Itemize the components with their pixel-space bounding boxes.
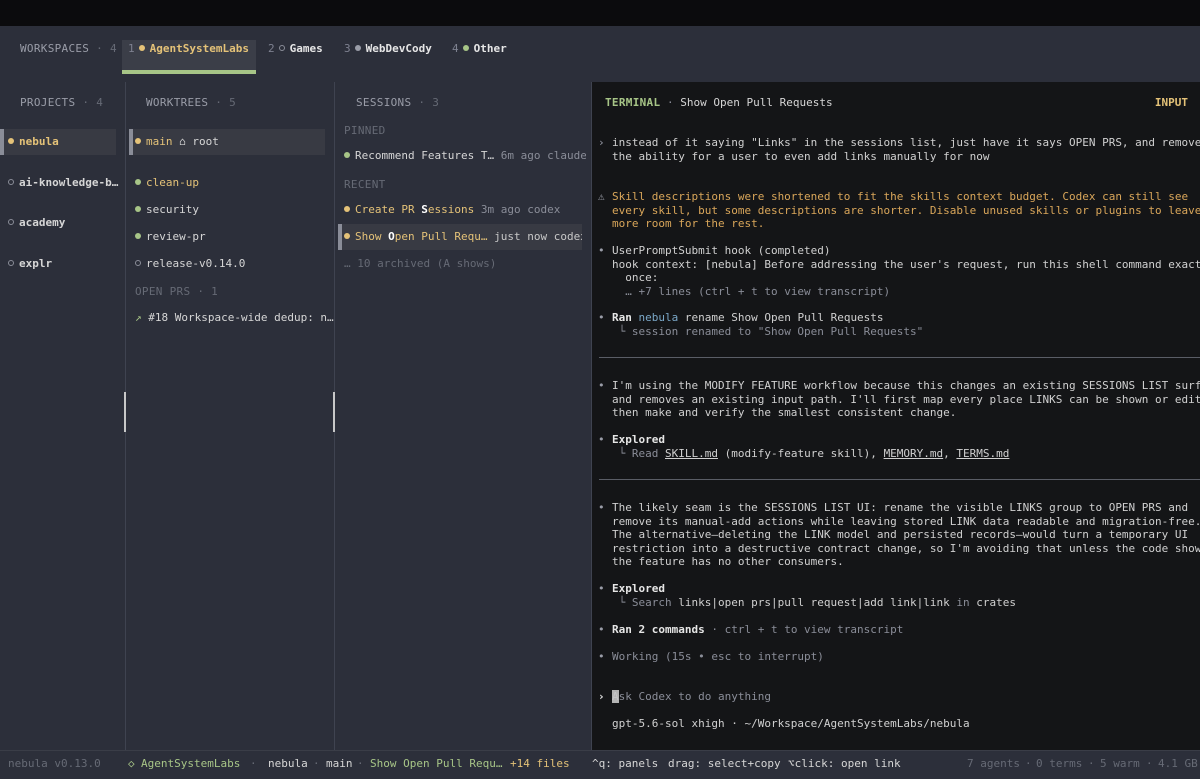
status-bar: nebula v0.13.0 ◇ AgentSystemLabs · nebul… <box>0 750 1200 779</box>
panel-divider[interactable] <box>587 82 620 750</box>
scroll-thumb[interactable] <box>333 392 335 432</box>
projects-heading: PROJECTS · 4 <box>20 96 104 109</box>
archived-sessions-link[interactable]: … 10 archived (A shows) <box>336 251 586 277</box>
worktree-item-security[interactable]: security <box>126 197 334 223</box>
status-dot-icon <box>344 152 350 158</box>
workspaces-heading: WORKSPACES · 4 <box>20 42 117 55</box>
selection-bar <box>0 129 4 155</box>
workspace-icon: ◇ <box>128 757 135 770</box>
terminal-panel[interactable]: TERMINAL · Show Open Pull Requests INPUT… <box>591 82 1200 750</box>
status-dot-icon <box>8 219 14 225</box>
mode-indicator: INPUT <box>1154 96 1188 109</box>
selection-bar <box>129 129 133 155</box>
status-dot-icon <box>135 233 141 239</box>
ran-command: • Ran nebula rename Show Open Pull Reques… <box>598 311 924 338</box>
workspace-tab-other[interactable]: 4 Other <box>446 40 513 74</box>
workspace-tab-bar: WORKSPACES · 4 1 AgentSystemLabs 2 Games 3… <box>0 26 1200 74</box>
status-dot-icon <box>354 45 361 51</box>
model-info: gpt-5.6-sol xhigh · ~/Workspace/AgentSys… <box>612 717 970 730</box>
project-item-ai-knowledge[interactable]: ai-knowledge-b… <box>0 170 124 196</box>
status-project[interactable]: nebula <box>268 757 308 770</box>
pinned-heading: PINNED <box>344 124 386 137</box>
warning-message: ⚠ Skill descriptions were shortened to fi… <box>598 190 1200 230</box>
workspace-tab-webdevcody[interactable]: 3 WebDevCody <box>338 40 438 74</box>
assistant-message: • I'm using the MODIFY FEATURE workflow b… <box>598 379 1200 419</box>
status-dot-icon <box>8 179 14 185</box>
status-dot-icon <box>344 233 350 239</box>
status-dot-icon <box>135 138 141 144</box>
worktree-item-main[interactable]: main ⌂ root <box>129 129 325 155</box>
project-item-nebula[interactable]: nebula <box>0 129 116 155</box>
sessions-panel: SESSIONS · 3 PINNED Recommend Features T… <box>336 82 586 750</box>
working-status: • Working (15s • esc to interrupt) <box>598 650 824 663</box>
status-dot-icon <box>278 45 285 51</box>
warning-icon: ⚠ <box>598 190 605 203</box>
worktree-item-review-pr[interactable]: review-pr <box>126 224 334 250</box>
project-item-explr[interactable]: explr <box>0 251 124 277</box>
worktrees-panel: WORKTREES · 5 main ⌂ root clean-up secur… <box>126 82 334 750</box>
session-item-create-pr[interactable]: Create PR Sessions 3m ago codex <box>336 197 586 223</box>
user-message: › instead of it saying "Links" in the ses… <box>598 136 1200 163</box>
home-icon: ⌂ <box>179 135 186 148</box>
terminal-header: TERMINAL · Show Open Pull Requests INPUT <box>605 96 1188 109</box>
explored-block: • Explored └ Read SKILL.md (modify-featur… <box>598 433 1010 460</box>
prompt-input[interactable]: › Ask Codex to do anything <box>598 690 771 704</box>
terminal-title: Show Open Pull Requests <box>680 96 833 109</box>
pr-item[interactable]: ↗ #18 Workspace-wide dedup: n… <box>126 305 334 331</box>
external-link-icon: ↗ <box>135 311 142 324</box>
recent-heading: RECENT <box>344 178 386 191</box>
assistant-message: • The likely seam is the SESSIONS LIST UI… <box>598 501 1200 568</box>
projects-panel: PROJECTS · 4 nebula ai-knowledge-b… acad… <box>0 82 124 750</box>
status-workspace[interactable]: AgentSystemLabs <box>141 757 240 770</box>
status-dot-icon <box>462 45 469 51</box>
hint-drag: drag: select+copy <box>668 757 781 770</box>
status-warm: 5 warm <box>1100 757 1140 770</box>
workspace-tab-games[interactable]: 2 Games <box>262 40 329 74</box>
status-terms: 0 terms <box>1036 757 1083 770</box>
status-dot-icon <box>8 260 14 266</box>
status-files[interactable]: +14 files <box>510 757 570 770</box>
selection-bar <box>338 224 342 250</box>
status-dot-icon <box>135 179 141 185</box>
status-session[interactable]: Show Open Pull Requ… <box>370 757 502 770</box>
status-agents: 7 agents <box>967 757 1020 770</box>
status-dot-icon <box>8 138 14 144</box>
hint-panels: ^q: panels <box>592 757 659 770</box>
status-dot-icon <box>135 260 141 266</box>
status-branch[interactable]: main <box>326 757 353 770</box>
workspace-tab-agentsystemlabs[interactable]: 1 AgentSystemLabs <box>122 40 256 74</box>
status-memory: 4.1 GB <box>1158 757 1198 770</box>
session-item-pinned[interactable]: Recommend Features T… 6m ago claude <box>336 143 586 169</box>
ran-commands: • Ran 2 commands · ctrl + t to view trans… <box>598 623 904 636</box>
session-item-show-open-prs[interactable]: Show Open Pull Requ… just now codex <box>338 224 582 250</box>
app-version: nebula v0.13.0 <box>8 757 101 770</box>
project-item-academy[interactable]: academy <box>0 210 124 236</box>
divider <box>599 479 1200 480</box>
worktrees-heading: WORKTREES · 5 <box>146 96 237 109</box>
worktree-item-release[interactable]: release-v0.14.0 <box>126 251 334 277</box>
status-dot-icon <box>138 45 145 51</box>
panel-divider[interactable] <box>333 82 335 750</box>
status-dot-icon <box>344 206 350 212</box>
status-dot-icon <box>135 206 141 212</box>
explored-block: • Explored └ Search links|open prs|pull r… <box>598 582 1017 609</box>
hook-message: • UserPromptSubmit hook (completed) hook c… <box>598 244 1200 298</box>
window-top-bar <box>0 0 1200 26</box>
sessions-heading: SESSIONS · 3 <box>356 96 440 109</box>
hint-open-link: ⌥click: open link <box>788 757 901 770</box>
open-prs-heading: OPEN PRS · 1 <box>135 285 219 298</box>
worktree-item-clean-up[interactable]: clean-up <box>126 170 334 196</box>
text-cursor <box>612 690 619 703</box>
divider <box>599 357 1200 358</box>
